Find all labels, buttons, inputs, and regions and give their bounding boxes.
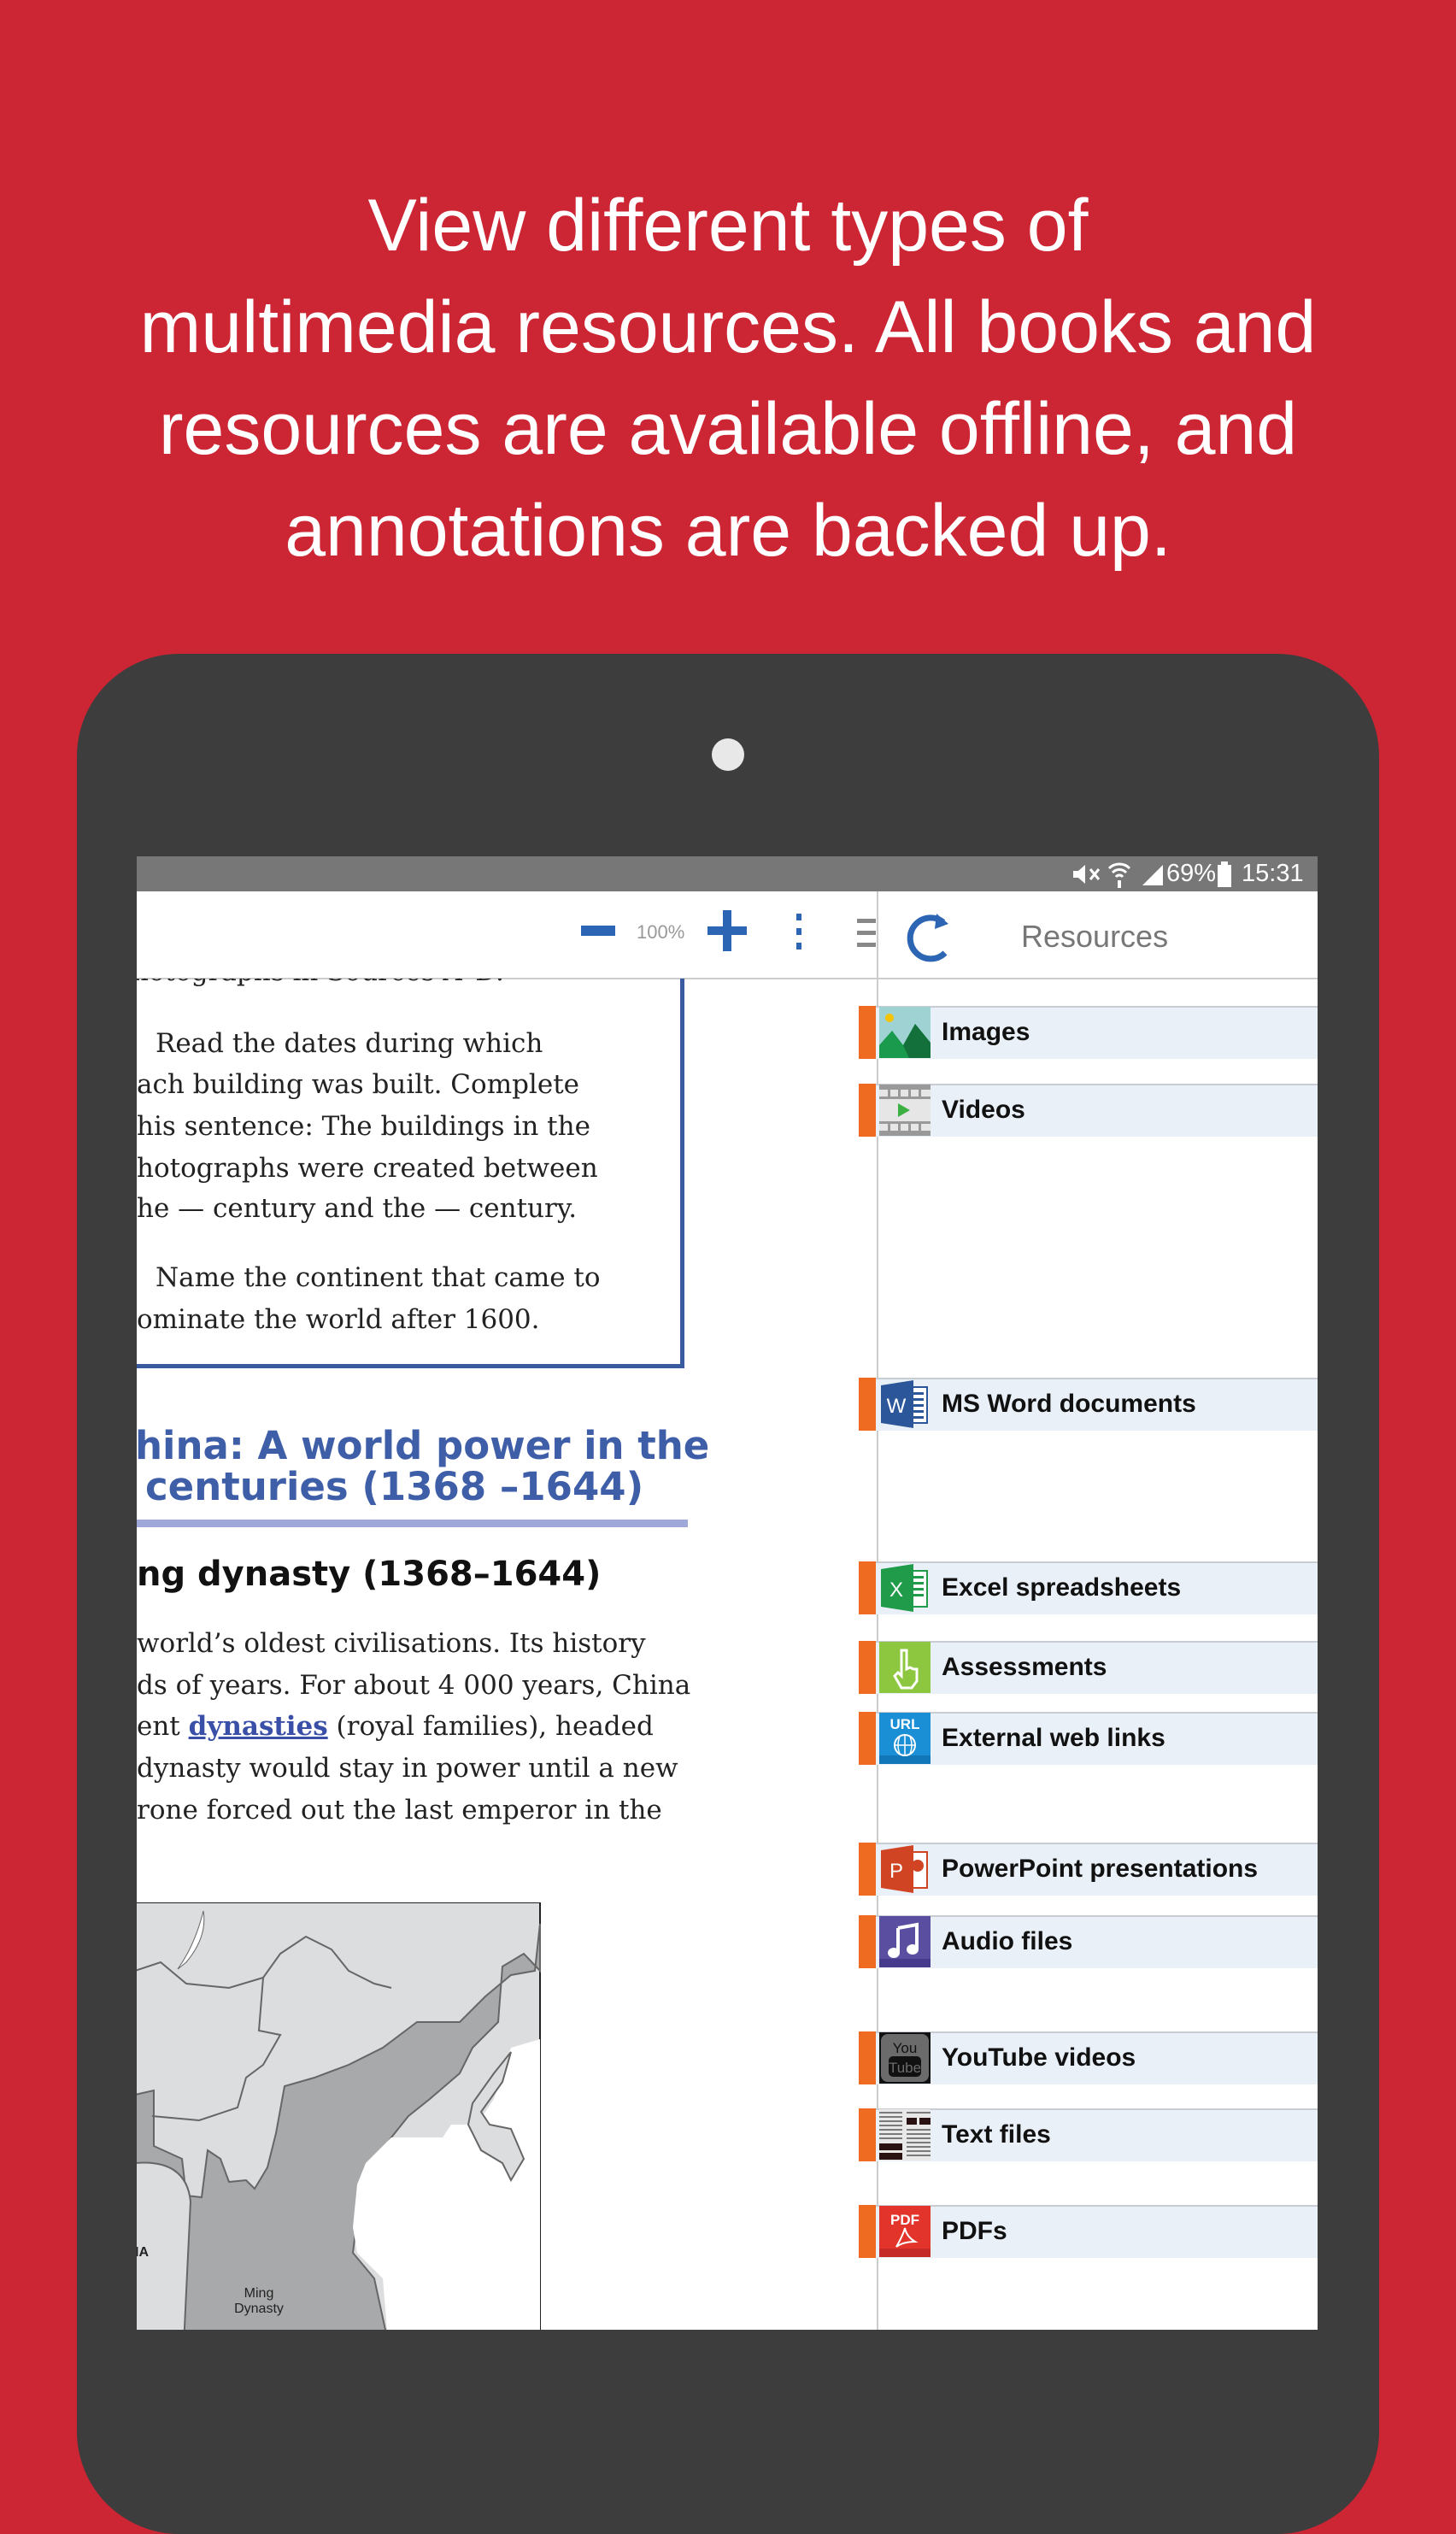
resource-marker bbox=[859, 1915, 876, 1968]
svg-text:You: You bbox=[893, 2040, 918, 2056]
youtube-icon: You Tube bbox=[879, 2032, 931, 2084]
glossary-link-dynasties[interactable]: dynasties bbox=[189, 1711, 328, 1742]
resource-excel[interactable]: X Excel spreadsheets bbox=[859, 1561, 1318, 1614]
book-line: he — century and the — century. bbox=[137, 1193, 578, 1224]
resource-pdfs[interactable]: PDF PDFs bbox=[859, 2205, 1318, 2258]
resource-marker bbox=[859, 1712, 876, 1765]
book-line: his sentence: The buildings in the bbox=[137, 1111, 590, 1142]
book-line: Name the continent that came to bbox=[156, 1262, 601, 1293]
paragraph-line: ds of years. For about 4 000 years, Chin… bbox=[137, 1670, 691, 1701]
ming-dynasty-map: Ming Dynasty IA bbox=[137, 1902, 541, 2330]
clock: 15:31 bbox=[1242, 860, 1304, 887]
map-label-cut: IA bbox=[137, 2245, 149, 2260]
headline-line: annotations are backed up. bbox=[285, 490, 1171, 572]
menu-button[interactable] bbox=[857, 919, 876, 948]
resource-marker bbox=[859, 2031, 876, 2084]
wifi-icon bbox=[1107, 862, 1131, 888]
map-label-ming: Ming bbox=[244, 2286, 274, 2301]
paragraph-line: rone forced out the last emperor in the bbox=[137, 1795, 662, 1826]
book-line: hotographs were created between bbox=[137, 1153, 598, 1184]
resource-marker bbox=[859, 1843, 876, 1896]
status-bar: 69% 15:31 bbox=[137, 856, 1318, 891]
url-globe-icon: URL bbox=[879, 1713, 931, 1764]
refresh-button[interactable] bbox=[906, 910, 957, 963]
map-label-dynasty: Dynasty bbox=[234, 2302, 284, 2316]
resource-web-links[interactable]: URL External web links bbox=[859, 1712, 1318, 1765]
camera-dot bbox=[712, 738, 744, 771]
headline-line: resources are available offline, and bbox=[158, 388, 1298, 470]
resource-marker bbox=[859, 1641, 876, 1694]
resource-label: External web links bbox=[942, 1724, 1165, 1752]
resources-title: Resources bbox=[1021, 919, 1169, 954]
excel-icon: X bbox=[881, 1564, 928, 1612]
book-line: ach building was built. Complete bbox=[137, 1069, 579, 1100]
svg-text:URL: URL bbox=[890, 1716, 920, 1732]
paragraph-text: (royal families), headed bbox=[327, 1711, 654, 1742]
book-line: ominate the world after 1600. bbox=[137, 1304, 540, 1335]
battery-icon bbox=[1218, 861, 1231, 887]
text-file-icon bbox=[879, 2109, 931, 2161]
signal-icon bbox=[1142, 865, 1163, 885]
resource-label: Assessments bbox=[942, 1653, 1107, 1681]
resource-text-files[interactable]: Text files bbox=[859, 2108, 1318, 2161]
resource-marker bbox=[859, 1084, 876, 1137]
resource-label: Audio files bbox=[942, 1927, 1073, 1955]
resource-images[interactable]: Images bbox=[859, 1006, 1318, 1059]
headline: View different types of multimedia resou… bbox=[0, 175, 1456, 582]
svg-text:W: W bbox=[887, 1395, 907, 1418]
resource-marker bbox=[859, 1561, 876, 1614]
book-line: Read the dates during which bbox=[156, 1028, 543, 1059]
tablet-screen: 69% 15:31 100% Resources hotographs in S… bbox=[137, 856, 1318, 2330]
resource-marker bbox=[859, 2108, 876, 2161]
paragraph-line: world’s oldest civilisations. Its histor… bbox=[137, 1628, 646, 1659]
resource-label: Excel spreadsheets bbox=[942, 1573, 1182, 1602]
heading-underline bbox=[137, 1520, 688, 1527]
battery-percent: 69% bbox=[1166, 860, 1217, 887]
zoom-level: 100% bbox=[637, 921, 685, 943]
resource-powerpoint[interactable]: P PowerPoint presentations bbox=[859, 1843, 1318, 1896]
pdf-icon: PDF bbox=[879, 2206, 931, 2257]
section-heading: centuries (1368 –1644) bbox=[145, 1464, 644, 1509]
paragraph-line: dynasty would stay in power until a new bbox=[137, 1753, 678, 1784]
resource-marker bbox=[859, 1006, 876, 1059]
resource-youtube[interactable]: You Tube YouTube videos bbox=[859, 2031, 1318, 2084]
paragraph-line: ent dynasties (royal families), headed bbox=[137, 1711, 654, 1742]
resource-label: Images bbox=[942, 1018, 1030, 1046]
svg-text:P: P bbox=[889, 1860, 903, 1883]
resource-label: Text files bbox=[942, 2120, 1051, 2149]
section-heading: hina: A world power in the bbox=[137, 1423, 710, 1468]
zoom-out-button[interactable] bbox=[581, 926, 615, 936]
audio-note-icon bbox=[879, 1916, 931, 1967]
subheading: ng dynasty (1368–1644) bbox=[137, 1555, 602, 1594]
resource-label: PDFs bbox=[942, 2217, 1007, 2245]
word-icon: W bbox=[881, 1380, 928, 1428]
more-options-button[interactable] bbox=[795, 914, 803, 950]
resource-videos[interactable]: Videos bbox=[859, 1084, 1318, 1137]
powerpoint-icon: P bbox=[881, 1845, 928, 1893]
svg-text:Tube: Tube bbox=[889, 2060, 921, 2076]
book-page: hotographs in Sources A–D. Read the date… bbox=[137, 979, 877, 2330]
video-icon bbox=[879, 1085, 931, 1136]
book-line: hotographs in Sources A–D. bbox=[137, 979, 504, 987]
resource-marker bbox=[859, 2205, 876, 2258]
resource-label: PowerPoint presentations bbox=[942, 1855, 1259, 1883]
resource-audio[interactable]: Audio files bbox=[859, 1915, 1318, 1968]
resource-marker bbox=[859, 1378, 876, 1431]
zoom-in-button[interactable] bbox=[707, 910, 747, 951]
resource-assessments[interactable]: Assessments bbox=[859, 1641, 1318, 1694]
resource-label: MS Word documents bbox=[942, 1390, 1196, 1418]
reader-toolbar: 100% Resources bbox=[137, 891, 1318, 979]
resource-label: YouTube videos bbox=[942, 2043, 1136, 2072]
resource-word[interactable]: W MS Word documents bbox=[859, 1378, 1318, 1431]
paragraph-text: ent bbox=[137, 1711, 189, 1742]
headline-line: multimedia resources. All books and bbox=[139, 286, 1317, 368]
svg-text:PDF: PDF bbox=[890, 2212, 919, 2228]
mute-icon bbox=[1073, 865, 1101, 884]
assessment-hand-icon bbox=[879, 1642, 931, 1693]
image-icon bbox=[879, 1007, 931, 1058]
headline-line: View different types of bbox=[367, 185, 1089, 267]
svg-text:X: X bbox=[889, 1579, 903, 1602]
resource-label: Videos bbox=[942, 1096, 1025, 1124]
